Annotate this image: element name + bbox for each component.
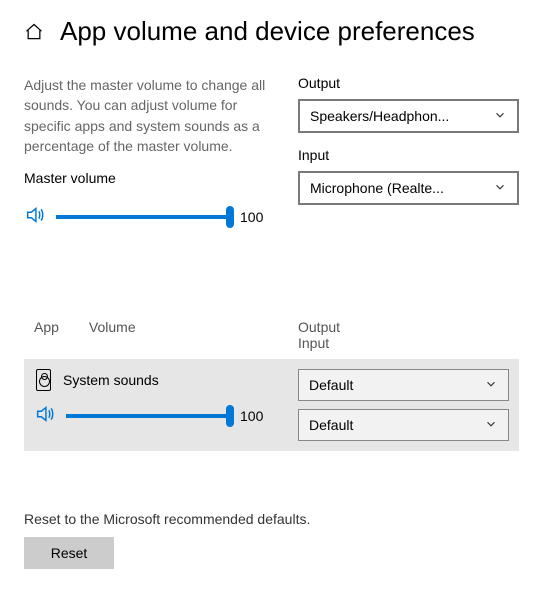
description-text: Adjust the master volume to change all s… <box>24 75 274 156</box>
chevron-down-icon <box>493 108 507 125</box>
app-input-selected: Default <box>309 417 353 433</box>
columns-header: App Volume Output Input <box>24 319 519 359</box>
reset-text: Reset to the Microsoft recommended defau… <box>24 511 519 527</box>
system-sounds-icon <box>36 369 51 391</box>
col-output: Output <box>298 319 519 335</box>
speaker-icon[interactable] <box>24 204 46 229</box>
home-icon[interactable] <box>24 22 44 42</box>
master-volume-value: 100 <box>240 209 274 225</box>
master-volume-label: Master volume <box>24 170 274 186</box>
app-volume-slider[interactable] <box>66 406 230 426</box>
chevron-down-icon <box>484 377 498 394</box>
master-volume-slider[interactable] <box>56 207 230 227</box>
output-select[interactable]: Speakers/Headphon... <box>298 99 519 133</box>
page-title: App volume and device preferences <box>60 16 475 47</box>
app-input-select[interactable]: Default <box>298 409 509 441</box>
input-select[interactable]: Microphone (Realte... <box>298 171 519 205</box>
input-selected-text: Microphone (Realte... <box>310 180 444 196</box>
app-row: System sounds 100 Default <box>24 359 519 451</box>
input-label: Input <box>298 147 519 163</box>
output-selected-text: Speakers/Headphon... <box>310 108 449 124</box>
master-volume-slider-row: 100 <box>24 204 274 229</box>
chevron-down-icon <box>484 417 498 434</box>
col-input: Input <box>298 335 519 351</box>
col-volume: Volume <box>89 319 136 351</box>
output-label: Output <box>298 75 519 91</box>
speaker-icon[interactable] <box>34 403 56 428</box>
app-name: System sounds <box>63 372 159 388</box>
reset-button[interactable]: Reset <box>24 537 114 569</box>
chevron-down-icon <box>493 180 507 197</box>
app-volume-value: 100 <box>240 408 274 424</box>
app-output-selected: Default <box>309 377 353 393</box>
col-app: App <box>34 319 59 351</box>
app-output-select[interactable]: Default <box>298 369 509 401</box>
